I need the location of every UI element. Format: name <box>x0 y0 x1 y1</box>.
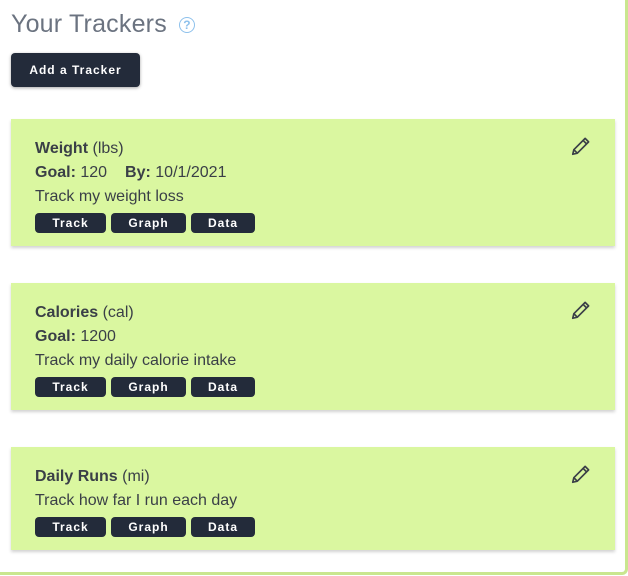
graph-button[interactable]: Graph <box>111 517 186 537</box>
goal-value: 1200 <box>80 328 116 345</box>
tracker-name: Calories <box>35 304 99 321</box>
pencil-icon[interactable] <box>570 135 592 157</box>
tracker-description: Track how far I run each day <box>35 492 238 509</box>
track-button[interactable]: Track <box>35 517 106 537</box>
page-header: Your Trackers ? <box>11 10 195 39</box>
graph-button[interactable]: Graph <box>111 377 186 397</box>
tracker-description: Track my weight loss <box>35 188 184 205</box>
pencil-icon[interactable] <box>570 299 592 321</box>
tracker-card-calories: Calories (cal) Goal: 1200 Track my daily… <box>11 283 615 410</box>
tracker-name: Weight <box>35 140 89 157</box>
goal-label: Goal: <box>35 164 76 181</box>
help-icon[interactable]: ? <box>178 16 195 33</box>
tracker-description: Track my daily calorie intake <box>35 352 237 369</box>
add-tracker-button[interactable]: Add a Tracker <box>11 53 140 87</box>
tracker-actions: Track Graph Data <box>35 213 575 233</box>
by-label: By: <box>125 164 151 181</box>
tracker-title: Daily Runs (mi) <box>35 465 575 489</box>
track-button[interactable]: Track <box>35 377 106 397</box>
tracker-card-weight: Weight (lbs) Goal: 120 By: 10/1/2021 Trac… <box>11 119 615 246</box>
tracker-actions: Track Graph Data <box>35 517 575 537</box>
by-date: 10/1/2021 <box>155 164 227 181</box>
tracker-unit: (lbs) <box>92 140 124 157</box>
data-button[interactable]: Data <box>191 517 255 537</box>
tracker-title: Weight (lbs) <box>35 137 575 161</box>
tracker-actions: Track Graph Data <box>35 377 575 397</box>
pencil-icon[interactable] <box>570 463 592 485</box>
tracker-goal-row: Goal: 1200 <box>35 325 575 349</box>
track-button[interactable]: Track <box>35 213 106 233</box>
tracker-card-daily-runs: Daily Runs (mi) Track how far I run each… <box>11 447 615 550</box>
data-button[interactable]: Data <box>191 377 255 397</box>
tracker-unit: (cal) <box>102 304 134 321</box>
graph-button[interactable]: Graph <box>111 213 186 233</box>
tracker-unit: (mi) <box>122 468 150 485</box>
data-button[interactable]: Data <box>191 213 255 233</box>
tracker-goal-row: Goal: 120 By: 10/1/2021 <box>35 161 575 185</box>
tracker-title: Calories (cal) <box>35 301 575 325</box>
page-title: Your Trackers <box>11 10 167 38</box>
goal-value: 120 <box>80 164 108 181</box>
goal-label: Goal: <box>35 328 76 345</box>
tracker-name: Daily Runs <box>35 468 118 485</box>
